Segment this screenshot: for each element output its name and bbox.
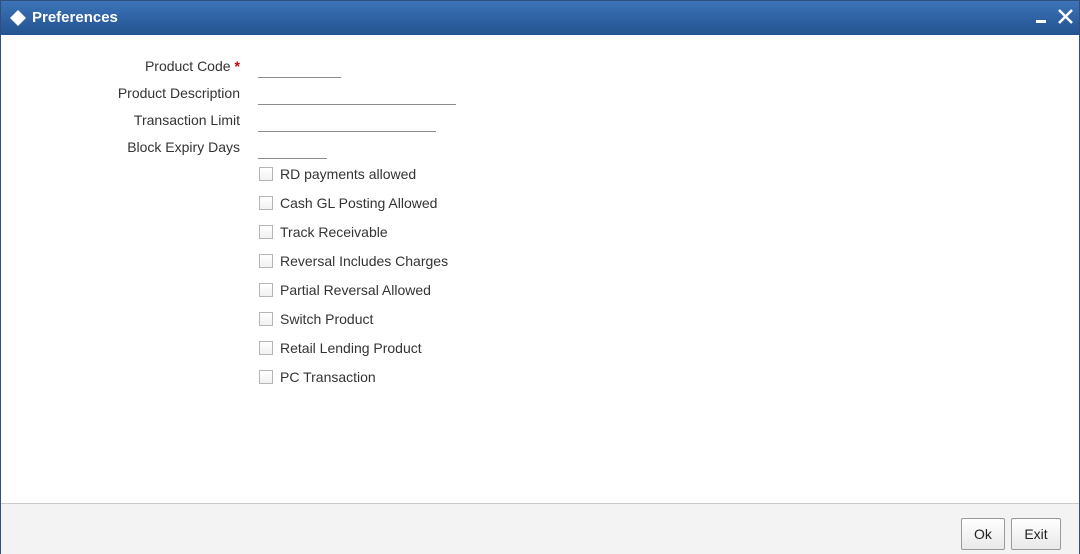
switch-product-checkbox[interactable] [259,312,273,326]
cash-gl-posting-allowed-checkbox[interactable] [259,196,273,210]
product-description-label: Product Description [117,85,240,101]
checkbox-label: Cash GL Posting Allowed [280,195,438,211]
ok-button[interactable]: Ok [961,518,1005,550]
checkbox-row[interactable]: Partial Reversal Allowed [259,281,431,299]
reversal-includes-charges-checkbox[interactable] [259,254,273,268]
retail-lending-product-checkbox[interactable] [259,341,273,355]
transaction-limit-label: Transaction Limit [133,112,240,128]
product-description-input[interactable] [258,86,456,105]
checkbox-row[interactable]: Track Receivable [259,223,388,241]
rd-payments-allowed-checkbox[interactable] [259,167,273,181]
minimize-icon[interactable] [1032,6,1052,28]
checkbox-label: Partial Reversal Allowed [280,282,431,298]
checkbox-row[interactable]: Cash GL Posting Allowed [259,194,437,212]
footer-bar: Ok Exit [1,503,1079,554]
checkbox-row[interactable]: Reversal Includes Charges [259,252,448,270]
checkbox-row[interactable]: Retail Lending Product [259,339,422,357]
close-icon[interactable] [1056,6,1076,28]
transaction-limit-input[interactable] [258,113,436,132]
window-title: Preferences [32,9,118,26]
block-expiry-days-input[interactable] [258,140,327,159]
checkbox-row[interactable]: RD payments allowed [259,165,416,183]
checkbox-label: Switch Product [280,311,374,327]
checkbox-row[interactable]: PC Transaction [259,368,376,386]
product-code-label-text: Product Code [144,58,231,74]
required-marker: * [234,58,240,74]
block-expiry-days-label: Block Expiry Days [127,139,240,155]
checkbox-label: Reversal Includes Charges [280,253,449,269]
product-code-input[interactable] [258,59,341,78]
checkbox-row[interactable]: Switch Product [259,310,373,328]
checkbox-label: Track Receivable [280,224,388,240]
pc-transaction-checkbox[interactable] [259,370,273,384]
checkbox-label: Retail Lending Product [280,340,422,356]
checkbox-label: RD payments allowed [280,166,417,182]
preferences-window: Preferences Product Code * Product Descri… [0,0,1080,554]
diamond-icon [9,9,27,27]
title-bar[interactable]: Preferences [1,1,1079,35]
product-code-label: Product Code * [145,58,240,74]
track-receivable-checkbox[interactable] [259,225,273,239]
partial-reversal-allowed-checkbox[interactable] [259,283,273,297]
checkbox-label: PC Transaction [280,369,376,385]
exit-button[interactable]: Exit [1011,518,1061,550]
